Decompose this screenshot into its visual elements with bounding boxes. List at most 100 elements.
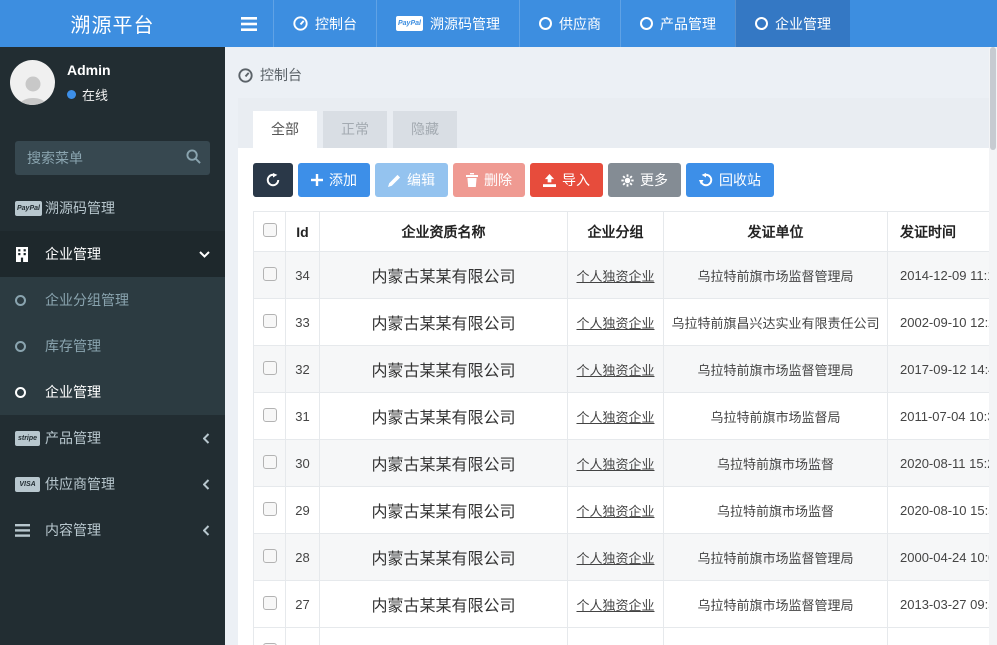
delete-label: 删除: [484, 172, 512, 188]
delete-button[interactable]: 删除: [453, 163, 525, 197]
sidebar-item-label: 企业分组管理: [45, 292, 129, 308]
search-icon[interactable]: [186, 149, 201, 164]
add-button[interactable]: 添加: [298, 163, 370, 197]
table-row[interactable]: 31 内蒙古某某有限公司 个人独资企业 乌拉特前旗市场监督局 2011-07-0…: [253, 392, 993, 440]
user-status[interactable]: 在线: [67, 85, 111, 104]
table-row[interactable]: 30 内蒙古某某有限公司 个人独资企业 乌拉特前旗市场监督 2020-08-11…: [253, 439, 993, 487]
row-group-link[interactable]: 个人独资企业: [576, 269, 654, 284]
panel: 全部 正常 隐藏 添加 编辑 删除 导入 更多 回收站 Id 企业资质名称 企业…: [238, 98, 993, 645]
row-issuer: 乌拉特前旗市场监督: [663, 486, 888, 534]
column-header-issuer[interactable]: 发证单位: [663, 211, 888, 252]
left-sidebar: Admin 在线 PayPal 溯源码管理 企业管理: [0, 47, 225, 645]
row-checkbox[interactable]: [262, 266, 277, 281]
row-company-name: 内蒙古某某有限公司: [319, 533, 568, 581]
column-header-time[interactable]: 发证时间: [887, 211, 993, 252]
sidebar-item-enterprise-group[interactable]: 企业分组管理: [0, 277, 225, 323]
tab-normal[interactable]: 正常: [323, 111, 387, 148]
nav-item-label: 供应商: [558, 15, 601, 32]
vertical-scrollbar[interactable]: [989, 47, 997, 645]
row-checkbox[interactable]: [262, 313, 277, 328]
sidebar-item-label: 库存管理: [45, 338, 101, 354]
table-row[interactable]: 34 内蒙古某某有限公司 个人独资企业 乌拉特前旗市场监督管理局 2014-12…: [253, 251, 993, 299]
row-checkbox[interactable]: [262, 595, 277, 610]
circle-icon: [538, 17, 552, 30]
row-issue-time: 2014-12-09 11:12:2: [887, 251, 993, 299]
trash-icon: [466, 173, 478, 187]
recycle-label: 回收站: [719, 172, 761, 188]
upload-icon: [543, 173, 556, 187]
row-group-link[interactable]: 个人独资企业: [576, 504, 654, 519]
row-company-name: 内蒙古某某有限公司: [319, 392, 568, 440]
sidebar-item-enterprise[interactable]: 企业管理: [0, 231, 225, 277]
row-checkbox[interactable]: [262, 454, 277, 469]
table-row-partial[interactable]: [253, 627, 993, 645]
sidebar-item-label: 供应商管理: [45, 476, 115, 492]
import-button[interactable]: 导入: [530, 163, 603, 197]
sidebar-item-trace-code[interactable]: PayPal 溯源码管理: [0, 185, 225, 231]
table-row[interactable]: 29 内蒙古某某有限公司 个人独资企业 乌拉特前旗市场监督 2020-08-10…: [253, 486, 993, 534]
column-header-id[interactable]: Id: [285, 211, 320, 252]
sidebar-item-content[interactable]: 内容管理: [0, 507, 225, 553]
row-group-link[interactable]: 个人独资企业: [576, 363, 654, 378]
row-group-link[interactable]: 个人独资企业: [576, 598, 654, 613]
recycle-bin-button[interactable]: 回收站: [686, 163, 774, 197]
list-icon: [15, 523, 45, 537]
row-id: 29: [285, 486, 320, 534]
table-header-row: Id 企业资质名称 企业分组 发证单位 发证时间: [253, 211, 993, 252]
circle-icon: [754, 17, 768, 30]
refresh-icon: [266, 173, 280, 187]
nav-item-trace-code[interactable]: PayPal 溯源码管理: [376, 0, 519, 47]
avatar[interactable]: [10, 60, 55, 105]
row-group-link[interactable]: 个人独资企业: [576, 551, 654, 566]
sidebar-item-supplier[interactable]: VISA 供应商管理: [0, 461, 225, 507]
chevron-left-icon: [203, 478, 210, 490]
sidebar-toggle-button[interactable]: [225, 0, 273, 47]
sidebar-item-stock[interactable]: 库存管理: [0, 323, 225, 369]
nav-item-enterprise[interactable]: 企业管理: [734, 0, 850, 47]
select-all-checkbox[interactable]: [262, 223, 277, 237]
menu-search-input[interactable]: [15, 141, 210, 175]
more-button[interactable]: 更多: [608, 163, 681, 197]
row-issuer: 乌拉特前旗市场监督: [663, 439, 888, 487]
row-checkbox[interactable]: [262, 501, 277, 516]
row-issuer: 乌拉特前旗昌兴达实业有限责任公司: [663, 298, 888, 346]
row-checkbox[interactable]: [262, 407, 277, 422]
row-company-name: 内蒙古某某有限公司: [319, 298, 568, 346]
circle-icon: [639, 17, 653, 30]
row-issue-time: 2020-08-11 15:25:3: [887, 439, 993, 487]
nav-item-product[interactable]: 产品管理: [619, 0, 735, 47]
sidebar-item-enterprise-manage[interactable]: 企业管理: [0, 369, 225, 415]
row-checkbox[interactable]: [262, 548, 277, 563]
tab-all[interactable]: 全部: [253, 111, 317, 148]
refresh-button[interactable]: [253, 163, 293, 197]
paypal-icon: PayPal: [396, 16, 423, 31]
table-row[interactable]: 33 内蒙古某某有限公司 个人独资企业 乌拉特前旗昌兴达实业有限责任公司 200…: [253, 298, 993, 346]
tab-hidden[interactable]: 隐藏: [393, 111, 457, 148]
table-row[interactable]: 27 内蒙古某某有限公司 个人独资企业 乌拉特前旗市场监督管理局 2013-03…: [253, 580, 993, 628]
column-header-group[interactable]: 企业分组: [567, 211, 664, 252]
brand-logo[interactable]: 溯源平台: [0, 0, 225, 47]
column-header-name[interactable]: 企业资质名称: [319, 211, 568, 252]
row-issuer: 乌拉特前旗市场监督局: [663, 392, 888, 440]
sidebar-menu: PayPal 溯源码管理 企业管理 企业分组管理 库存管理 企业管理 strip…: [0, 185, 225, 553]
row-id: 31: [285, 392, 320, 440]
user-status-label: 在线: [82, 87, 109, 103]
dashboard-icon: [238, 67, 253, 83]
table-row[interactable]: 28 内蒙古某某有限公司 个人独资企业 乌拉特前旗市场监督管理局 2000-04…: [253, 533, 993, 581]
sidebar-search: [15, 141, 210, 175]
table-row[interactable]: 32 内蒙古某某有限公司 个人独资企业 乌拉特前旗市场监督管理局 2017-09…: [253, 345, 993, 393]
sidebar-item-product[interactable]: stripe 产品管理: [0, 415, 225, 461]
circle-icon: [15, 294, 45, 306]
scrollbar-thumb[interactable]: [990, 47, 996, 150]
row-issue-time: 2020-08-10 15:59:0: [887, 486, 993, 534]
row-checkbox[interactable]: [262, 360, 277, 375]
nav-item-console[interactable]: 控制台: [273, 0, 376, 47]
sidebar-item-label: 内容管理: [45, 522, 101, 538]
sidebar-item-label: 产品管理: [45, 430, 101, 446]
nav-item-supplier[interactable]: 供应商: [518, 0, 620, 47]
edit-button[interactable]: 编辑: [375, 163, 448, 197]
row-id: 28: [285, 533, 320, 581]
row-group-link[interactable]: 个人独资企业: [576, 410, 654, 425]
row-group-link[interactable]: 个人独资企业: [576, 316, 654, 331]
row-group-link[interactable]: 个人独资企业: [576, 457, 654, 472]
